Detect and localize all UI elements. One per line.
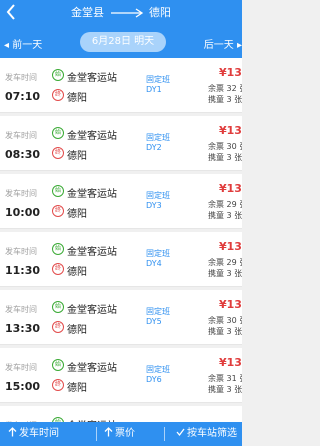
schedule-type: 固定班: [146, 249, 170, 258]
ticket-price: ¥13.: [219, 298, 242, 311]
start-station: 金堂客运站: [67, 247, 117, 258]
departure-time-label: 发车时间: [5, 73, 37, 82]
filter-by-station-button[interactable]: 按车站筛选: [176, 422, 237, 446]
end-station: 德阳: [67, 209, 87, 220]
schedule-code: DY3: [146, 201, 162, 210]
remaining-seats: 余票 29 张: [208, 200, 242, 209]
child-seats: 携童 3 张: [208, 327, 242, 336]
end-station: 德阳: [67, 151, 87, 162]
route-title: 金堂县 德阳: [0, 4, 242, 20]
filter-by-station-label: 按车站筛选: [187, 428, 237, 439]
ticket-price: ¥13.: [219, 124, 242, 137]
from-city: 金堂县: [71, 6, 104, 19]
departure-time-label: 发车时间: [5, 131, 37, 140]
ticket-price: ¥13.: [219, 240, 242, 253]
sort-by-price-button[interactable]: 票价: [104, 422, 135, 446]
remaining-seats: 余票 29 张: [208, 258, 242, 267]
departure-time: 10:00: [5, 206, 41, 219]
remaining-seats: 余票 30 张: [208, 142, 242, 151]
check-icon: [176, 428, 185, 437]
departure-time: 08:30: [5, 148, 41, 161]
sort-by-time-label: 发车时间: [19, 428, 59, 439]
schedule-code: DY2: [146, 143, 162, 152]
remaining-seats: 余票 30 张: [208, 316, 242, 325]
schedule-code: DY4: [146, 259, 162, 268]
start-station-icon: 始: [52, 359, 64, 371]
route-arrow-icon: [110, 8, 143, 18]
schedule-code: DY6: [146, 375, 162, 384]
end-station: 德阳: [67, 325, 87, 336]
schedule-row[interactable]: 发车时间 07:10 始金堂客运站终德阳 固定班DY1 ¥13. 余票 32 张携童 3 …: [0, 58, 242, 113]
child-seats: 携童 3 张: [208, 95, 242, 104]
end-station: 德阳: [67, 267, 87, 278]
next-day-button[interactable]: 后一天 ▸: [204, 36, 242, 51]
remaining-seats: 余票 31 张: [208, 374, 242, 383]
schedule-code: DY5: [146, 317, 162, 326]
end-station: 德阳: [67, 383, 87, 394]
schedule-list: 发车时间07:10始金堂客运站终德阳固定班DY1¥13.余票 32 张携童 3 …: [0, 58, 242, 422]
prev-day-button[interactable]: ◂ 前一天: [4, 36, 42, 51]
end-station-icon: 终: [52, 263, 64, 275]
remaining-seats: 余票 32 张: [208, 84, 242, 93]
start-station: 金堂客运站: [67, 305, 117, 316]
child-seats: 携童 3 张: [208, 385, 242, 394]
sort-by-time-button[interactable]: 发车时间: [8, 422, 59, 446]
start-station: 金堂客运站: [67, 73, 117, 84]
start-station: 金堂客运站: [67, 363, 117, 374]
bottom-toolbar: 发车时间 票价 按车站筛选: [0, 422, 242, 446]
departure-time: 15:00: [5, 380, 41, 393]
departure-time: 07:10: [5, 90, 41, 103]
up-arrow-icon: [8, 427, 17, 437]
end-station-icon: 终: [52, 205, 64, 217]
end-station-icon: 终: [52, 147, 64, 159]
to-city: 德阳: [149, 6, 171, 19]
schedule-row[interactable]: 发车时间 10:00 始金堂客运站终德阳 固定班DY3 ¥13. 余票 29 张携童 3 …: [0, 174, 242, 229]
top-header: 金堂县 德阳 ◂ 前一天 6月28日 明天 后一天 ▸: [0, 0, 242, 58]
start-station-icon: 始: [52, 127, 64, 139]
ticket-price: ¥13.: [219, 182, 242, 195]
start-station: 金堂客运站: [67, 131, 117, 142]
schedule-row[interactable]: 发车时间 08:30 始金堂客运站终德阳 固定班DY2 ¥13. 余票 30 张携童 3 …: [0, 116, 242, 171]
divider: [96, 427, 97, 441]
child-seats: 携童 3 张: [208, 269, 242, 278]
departure-time: 13:30: [5, 322, 41, 335]
schedule-type: 固定班: [146, 75, 170, 84]
schedule-type: 固定班: [146, 365, 170, 374]
departure-time: 11:30: [5, 264, 41, 277]
start-station-icon: 始: [52, 185, 64, 197]
departure-time-label: 发车时间: [5, 305, 37, 314]
ticket-price: ¥13.: [219, 66, 242, 79]
schedule-type: 固定班: [146, 191, 170, 200]
start-station-icon: 始: [52, 69, 64, 81]
end-station: 德阳: [67, 93, 87, 104]
schedule-row[interactable]: 发车时间 15:00 始金堂客运站终德阳 固定班DY6 ¥13. 余票 31 张携童 3 …: [0, 348, 242, 403]
current-date-button[interactable]: 6月28日 明天: [80, 32, 166, 52]
schedule-row[interactable]: 发车时间 11:30 始金堂客运站终德阳 固定班DY4 ¥13. 余票 29 张携童 3 …: [0, 232, 242, 287]
divider: [164, 427, 165, 441]
departure-time-label: 发车时间: [5, 247, 37, 256]
schedule-type: 固定班: [146, 133, 170, 142]
start-station-icon: 始: [52, 301, 64, 313]
schedule-row[interactable]: 发车时间 13:30 始金堂客运站终德阳 固定班DY5 ¥13. 余票 30 张携童 3 …: [0, 290, 242, 345]
ticket-price: ¥13.: [219, 356, 242, 369]
end-station-icon: 终: [52, 321, 64, 333]
departure-time-label: 发车时间: [5, 363, 37, 372]
start-station: 金堂客运站: [67, 189, 117, 200]
end-station-icon: 终: [52, 379, 64, 391]
date-bar: ◂ 前一天 6月28日 明天 后一天 ▸: [0, 30, 242, 54]
end-station-icon: 终: [52, 89, 64, 101]
sort-by-price-label: 票价: [115, 428, 135, 439]
departure-time-label: 发车时间: [5, 189, 37, 198]
schedule-type: 固定班: [146, 307, 170, 316]
up-arrow-icon: [104, 427, 113, 437]
child-seats: 携童 3 张: [208, 153, 242, 162]
start-station-icon: 始: [52, 243, 64, 255]
schedule-code: DY1: [146, 85, 162, 94]
child-seats: 携童 3 张: [208, 211, 242, 220]
schedule-row[interactable]: 发车时间始金堂客运站终德阳: [0, 406, 242, 422]
